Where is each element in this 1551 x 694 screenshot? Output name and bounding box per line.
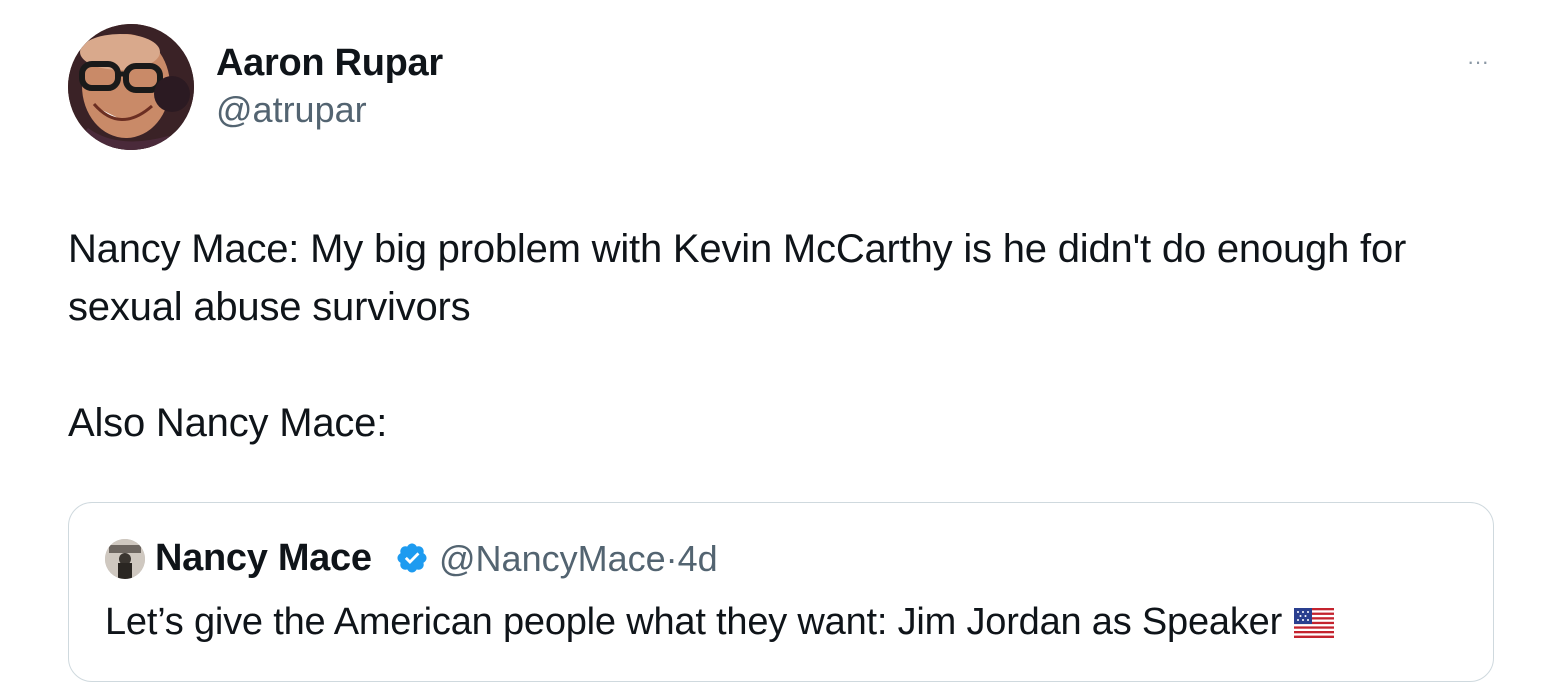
tweet-text-line: Also Nancy Mace: [68, 401, 388, 445]
quoted-handle[interactable]: @NancyMace [439, 538, 666, 579]
avatar-photo-icon [68, 24, 194, 150]
tweet-body: Nancy Mace: My big problem with Kevin Mc… [68, 220, 1488, 452]
meta-separator: · [665, 538, 678, 579]
author-display-name[interactable]: Aaron Rupar [216, 40, 443, 86]
quoted-text-content: Let’s give the American people what they… [105, 601, 1283, 643]
quoted-author-avatar[interactable] [105, 539, 145, 579]
author-avatar[interactable] [68, 24, 194, 150]
quoted-tweet[interactable]: Nancy Mace @NancyMace·4d Let’s give the … [68, 502, 1494, 682]
quoted-timestamp[interactable]: 4d [678, 538, 718, 579]
quoted-meta: @NancyMace·4d [439, 537, 718, 581]
quoted-display-name[interactable]: Nancy Mace [155, 535, 372, 581]
quoted-text: Let’s give the American people what they… [105, 599, 1335, 645]
more-options-icon[interactable]: ··· [1460, 50, 1496, 74]
author-handle[interactable]: @atrupar [216, 88, 367, 132]
verified-badge-icon [397, 543, 427, 573]
tweet-card: Aaron Rupar @atrupar ··· Nancy Mace: My … [0, 0, 1551, 694]
us-flag-icon [1294, 608, 1335, 638]
quoted-avatar-photo-icon [105, 539, 145, 579]
tweet-text-line: Nancy Mace: My big problem with Kevin Mc… [68, 227, 1407, 329]
